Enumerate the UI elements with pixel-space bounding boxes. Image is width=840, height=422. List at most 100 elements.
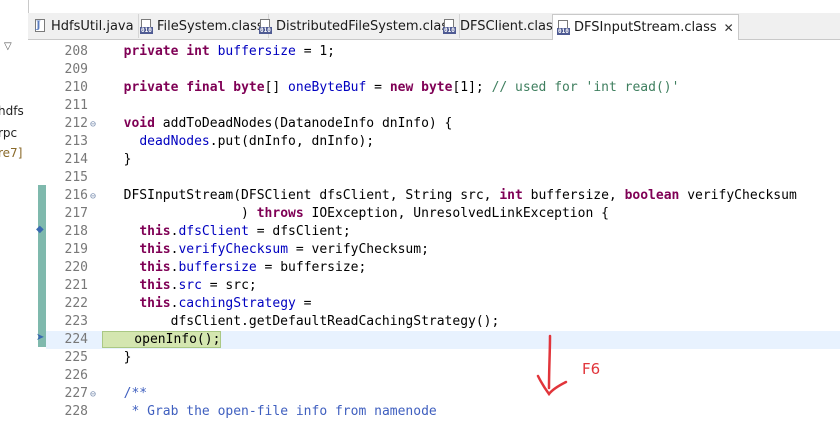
code-text: this.verifyChecksum = verifyChecksum; [108, 242, 429, 257]
code-token: [1]; [452, 80, 492, 95]
field-token: buffersize [178, 260, 257, 275]
code-text: DFSInputStream(DFSClient dfsClient, Stri… [108, 188, 797, 203]
field-token: deadNodes [139, 134, 210, 149]
code-text: dfsClient.getDefaultReadCachingStrategy(… [108, 314, 500, 329]
keyword-token: int [186, 44, 210, 59]
close-tab-icon[interactable]: ✕ [724, 21, 734, 35]
code-line[interactable]: 221 this.src = src; [46, 277, 840, 295]
code-token: openInfo(); [103, 332, 221, 347]
tab-label: FileSystem.class [157, 18, 264, 34]
line-number: 212 [64, 116, 88, 131]
code-token: } [108, 350, 132, 365]
code-token: buffersize, [522, 188, 625, 203]
tree-item-hdfs[interactable]: hdfs [0, 104, 24, 118]
keyword-token: this [139, 224, 171, 239]
code-line[interactable]: 213 deadNodes.put(dnInfo, dnInfo); [46, 133, 840, 151]
line-number: 215 [64, 170, 88, 185]
comment-token: /** [123, 386, 148, 401]
line-number: 211 [64, 98, 88, 113]
keyword-token: private [123, 44, 179, 59]
code-line[interactable]: 208 private int buffersize = 1; [46, 43, 840, 61]
fold-toggle-icon[interactable]: ⊖ [90, 386, 104, 404]
code-line[interactable]: 215 [46, 169, 840, 187]
code-token: .put(dnInfo, dnInfo); [209, 134, 375, 149]
line-number: 219 [64, 242, 88, 257]
code-line[interactable]: 209 [46, 61, 840, 79]
code-line[interactable]: 228 * Grab the open-file info from namen… [46, 403, 840, 421]
code-token: = buffersize; [256, 260, 367, 275]
code-line[interactable]: 211 [46, 97, 840, 115]
tab-distributedfilesystem-class[interactable]: 010 DistributedFileSystem.class [255, 14, 460, 38]
code-line[interactable]: 223 dfsClient.getDefaultReadCachingStrat… [46, 313, 840, 331]
keyword-token: new [389, 80, 414, 95]
line-number: 223 [64, 314, 88, 329]
code-text: /** [108, 386, 147, 401]
comment-token: * Grab the open-file info from namenode [131, 404, 437, 419]
keyword-token: this [139, 260, 171, 275]
line-number: 213 [64, 134, 88, 149]
code-line[interactable]: 222 this.cachingStrategy = [46, 295, 840, 313]
code-token: = verifyChecksum; [288, 242, 429, 257]
tab-hdfsutil-java[interactable]: J HdfsUtil.java [30, 14, 139, 38]
code-line[interactable]: 219 this.verifyChecksum = verifyChecksum… [46, 241, 840, 259]
line-number: 216 [64, 188, 88, 203]
debug-current-line-icon: ➤ [36, 332, 45, 343]
tab-dfsclient-class[interactable]: 010 DFSClient.class [439, 14, 565, 38]
code-line-current[interactable]: 224 openInfo(); [46, 331, 840, 349]
tree-item-rpc[interactable]: rpc [0, 126, 17, 140]
tree-item-re7[interactable]: re7] [0, 146, 22, 160]
keyword-token: byte [233, 80, 265, 95]
keyword-token: final [186, 80, 226, 95]
fold-toggle-icon[interactable]: ⊖ [90, 116, 104, 134]
code-token: [] [264, 80, 289, 95]
tab-label: DistributedFileSystem.class [276, 18, 455, 34]
code-line[interactable]: 220 this.buffersize = buffersize; [46, 259, 840, 277]
tab-dfsinputstream-class[interactable]: 010 DFSInputStream.class ✕ [552, 14, 739, 40]
code-line[interactable]: 227 ⊖ /** [46, 385, 840, 403]
code-token: } [108, 152, 132, 167]
line-number: 208 [64, 44, 88, 59]
code-line[interactable]: 225 } [46, 349, 840, 367]
code-text: deadNodes.put(dnInfo, dnInfo); [108, 134, 374, 149]
view-menu-icon[interactable]: ▽ [4, 41, 12, 52]
line-number: 220 [64, 260, 88, 275]
tab-label: DFSClient.class [460, 18, 560, 34]
code-token: = [366, 80, 390, 95]
code-line[interactable]: 210 private final byte[] oneByteBuf = ne… [46, 79, 840, 97]
code-text: openInfo(); [102, 331, 222, 348]
code-line[interactable]: 214 } [46, 151, 840, 169]
code-text: private final byte[] oneByteBuf = new by… [108, 80, 680, 95]
code-token: = 1; [295, 44, 336, 59]
code-text: } [108, 152, 132, 167]
code-text: } [108, 350, 132, 365]
breakpoint-marker-icon[interactable]: ◆ [36, 224, 44, 235]
red-arrow-annotation-icon [536, 334, 568, 397]
tab-filesystem-class[interactable]: 010 FileSystem.class [136, 14, 269, 38]
code-line[interactable]: 226 [46, 367, 840, 385]
code-token: = dfsClient; [248, 224, 351, 239]
line-number: 228 [64, 404, 88, 419]
code-line[interactable]: 218 this.dfsClient = dfsClient; [46, 223, 840, 241]
code-token: DFSInputStream(DFSClient dfsClient, Stri… [108, 188, 500, 203]
code-line[interactable]: 216 ⊖ DFSInputStream(DFSClient dfsClient,… [46, 187, 840, 205]
fold-toggle-icon[interactable]: ⊖ [90, 188, 104, 206]
code-editor[interactable]: ◆ ➤ 208 private int buffersize = 1; 209 21… [28, 40, 840, 422]
line-number: 227 [64, 386, 88, 401]
code-line[interactable]: 212 ⊖ void addToDeadNodes(DatanodeInfo dn… [46, 115, 840, 133]
keyword-token: this [139, 296, 171, 311]
code-text: * Grab the open-file info from namenode [108, 404, 437, 419]
code-token: addToDeadNodes(DatanodeInfo dnInfo) { [154, 116, 453, 131]
class-file-icon: 010 [443, 18, 457, 34]
line-number: 217 [64, 206, 88, 221]
code-line[interactable]: 217 ) throws IOException, UnresolvedLink… [46, 205, 840, 223]
